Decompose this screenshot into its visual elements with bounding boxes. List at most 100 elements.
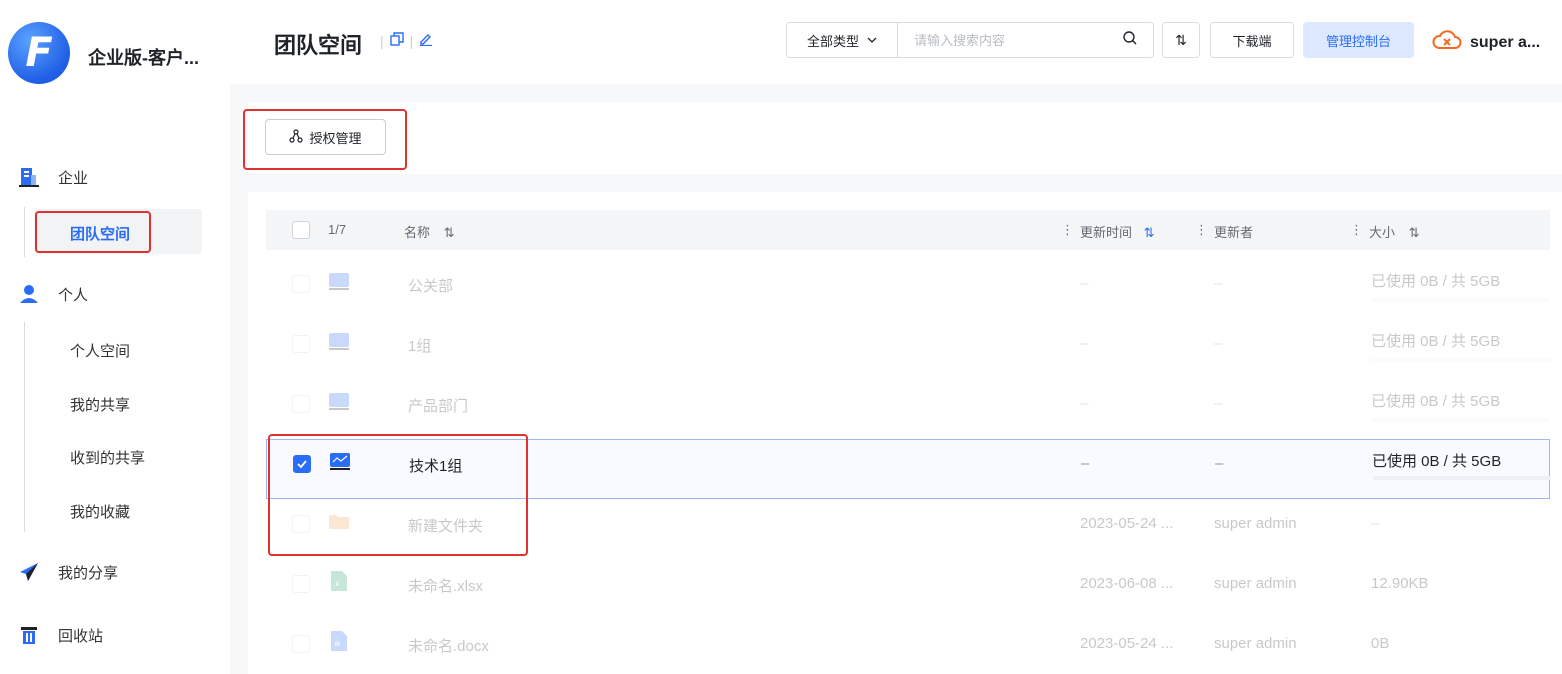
building-icon xyxy=(18,166,40,188)
nav-my-share-label: 我的分享 xyxy=(58,564,119,582)
word-file-icon: w xyxy=(330,630,348,657)
row-updater: – xyxy=(1215,455,1224,472)
table-header: 1/7 名称 ⇅ ⋮ 更新时间 ⇅ ⋮ 更新者 ⋮ 大小 ⇅ xyxy=(266,210,1550,250)
toolbar: 授权管理 xyxy=(248,102,1562,174)
sidebar-item-my-shares[interactable]: 我的共享 xyxy=(70,394,130,415)
usage-bar xyxy=(1372,418,1550,422)
row-checkbox[interactable] xyxy=(292,395,310,413)
row-size: 已使用 0B / 共 5GB xyxy=(1371,333,1501,350)
col-resize-handle[interactable]: ⋮ xyxy=(1350,222,1363,238)
divider: | xyxy=(409,32,414,49)
table-row[interactable]: 公关部 – – 已使用 0B / 共 5GB xyxy=(266,254,1550,314)
file-table: 1/7 名称 ⇅ ⋮ 更新时间 ⇅ ⋮ 更新者 ⋮ 大小 ⇅ 公关部 – – 已… xyxy=(248,192,1562,674)
page-title: 团队空间 xyxy=(274,33,363,58)
type-select-value: 全部类型 xyxy=(806,33,859,49)
svg-text:w: w xyxy=(334,639,341,648)
row-size: – xyxy=(1371,515,1380,532)
divider: | xyxy=(380,32,384,49)
svg-text:x: x xyxy=(335,579,340,588)
highlight-box-team-space xyxy=(35,211,151,253)
sort-button[interactable]: ⇅ xyxy=(1162,22,1200,58)
person-icon xyxy=(18,283,40,305)
row-size: 已使用 0B / 共 5GB xyxy=(1371,393,1501,410)
excel-file-icon: x xyxy=(330,570,348,597)
admin-console-button[interactable]: 管理控制台 xyxy=(1303,22,1414,58)
sidebar-item-received-shares[interactable]: 收到的共享 xyxy=(70,447,145,468)
row-updater: super admin xyxy=(1214,575,1297,592)
table-row[interactable]: x 未命名.xlsx 2023-06-08 ... super admin 12… xyxy=(266,554,1550,614)
nav-recycle-label: 回收站 xyxy=(58,627,104,645)
nav-personal[interactable]: 个人 xyxy=(0,283,88,305)
row-name[interactable]: 公关部 xyxy=(408,275,453,296)
row-name[interactable]: 产品部门 xyxy=(408,395,468,416)
col-name-header[interactable]: 名称 ⇅ xyxy=(404,222,455,241)
chevron-down-icon xyxy=(867,33,877,48)
paper-plane-icon xyxy=(18,561,40,583)
row-updated: 2023-05-24 ... xyxy=(1080,635,1174,652)
row-size: 已使用 0B / 共 5GB xyxy=(1372,453,1502,470)
user-name: super a... xyxy=(1470,33,1541,51)
nav-recycle[interactable]: 回收站 xyxy=(0,624,103,646)
copy-icon[interactable] xyxy=(389,32,404,49)
sidebar: F 企业版-客户... 企业 团队空间 个人 个人空间 我的共享 收到的共享 我… xyxy=(0,0,230,674)
app-logo: F xyxy=(8,22,70,84)
row-updated: 2023-06-08 ... xyxy=(1080,575,1174,592)
row-updater: super admin xyxy=(1214,515,1297,532)
col-updater-header[interactable]: 更新者 xyxy=(1214,222,1253,241)
row-checkbox[interactable] xyxy=(292,275,310,293)
team-drive-icon xyxy=(328,330,350,357)
row-checkbox[interactable] xyxy=(292,575,310,593)
tree-line xyxy=(24,322,25,532)
title-actions: | | xyxy=(380,32,433,49)
row-updated: – xyxy=(1080,395,1089,412)
row-updater: – xyxy=(1214,275,1223,292)
header: 团队空间 | | 全部类型 ⇅ 下载端 管理控制台 super a... xyxy=(230,0,1562,84)
tree-line xyxy=(24,207,25,257)
col-resize-handle[interactable]: ⋮ xyxy=(1061,222,1074,238)
trash-icon xyxy=(18,624,40,646)
usage-bar xyxy=(1372,358,1550,362)
table-row[interactable]: 1组 – – 已使用 0B / 共 5GB xyxy=(266,314,1550,374)
row-name[interactable]: 1组 xyxy=(408,335,431,356)
row-size: 12.90KB xyxy=(1371,575,1429,592)
nav-enterprise-label: 企业 xyxy=(58,169,89,187)
col-size-header[interactable]: 大小 ⇅ xyxy=(1369,222,1420,241)
row-name[interactable]: 未命名.docx xyxy=(408,635,489,656)
sidebar-item-favorites[interactable]: 我的收藏 xyxy=(70,501,130,522)
table-row[interactable]: w 未命名.docx 2023-05-24 ... super admin 0B xyxy=(266,614,1550,674)
row-size: 已使用 0B / 共 5GB xyxy=(1371,273,1501,290)
search-box xyxy=(897,22,1154,58)
highlight-box-rows xyxy=(268,434,528,556)
brand-name: 企业版-客户... xyxy=(88,48,199,68)
usage-bar xyxy=(1372,298,1550,302)
row-updated: – xyxy=(1081,455,1090,472)
team-drive-icon xyxy=(328,390,350,417)
row-size: 0B xyxy=(1371,635,1390,652)
row-updated: – xyxy=(1080,275,1089,292)
search-input[interactable] xyxy=(914,32,1114,48)
row-updated: – xyxy=(1080,335,1089,352)
edit-icon[interactable] xyxy=(419,32,433,49)
nav-enterprise[interactable]: 企业 xyxy=(0,166,88,188)
selection-count: 1/7 xyxy=(328,222,347,237)
col-resize-handle[interactable]: ⋮ xyxy=(1195,222,1208,238)
type-select[interactable]: 全部类型 xyxy=(786,22,898,58)
row-updater: – xyxy=(1214,335,1223,352)
highlight-box-auth xyxy=(243,109,407,170)
row-checkbox[interactable] xyxy=(292,635,310,653)
col-updated-header[interactable]: 更新时间 ⇅ xyxy=(1080,222,1155,241)
user-menu[interactable]: super a... xyxy=(1432,28,1540,57)
sidebar-item-personal-space[interactable]: 个人空间 xyxy=(70,340,130,361)
usage-bar xyxy=(1373,476,1551,480)
row-updated: 2023-05-24 ... xyxy=(1080,515,1174,532)
nav-personal-label: 个人 xyxy=(58,286,89,304)
row-updater: super admin xyxy=(1214,635,1297,652)
download-button[interactable]: 下载端 xyxy=(1210,22,1294,58)
search-icon[interactable] xyxy=(1122,30,1138,51)
row-name[interactable]: 未命名.xlsx xyxy=(408,575,483,596)
table-row[interactable]: 产品部门 – – 已使用 0B / 共 5GB xyxy=(266,374,1550,434)
cloud-logo-icon xyxy=(1432,28,1462,57)
row-checkbox[interactable] xyxy=(292,335,310,353)
select-all-checkbox[interactable] xyxy=(292,221,310,239)
nav-my-share[interactable]: 我的分享 xyxy=(0,561,118,583)
